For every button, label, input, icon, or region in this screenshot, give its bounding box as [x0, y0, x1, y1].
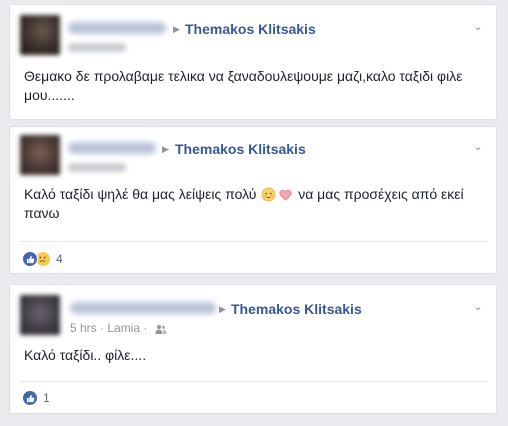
author-name-blurred[interactable]: [68, 142, 156, 154]
chevron-down-icon[interactable]: ⌄: [472, 141, 484, 153]
target-profile-link[interactable]: Themakos Klitsakis: [231, 301, 362, 317]
reaction-count: 4: [56, 252, 63, 266]
post-text-part-2: να μας προσέχεις από εκεί: [298, 186, 464, 202]
post-text-part-1: Καλό ταξίδι ψηλέ θα μας λείψεις πολύ: [24, 186, 257, 202]
like-icon: [22, 390, 38, 406]
reactions-summary[interactable]: 4: [22, 251, 63, 267]
avatar[interactable]: [20, 295, 60, 335]
heart-icon: [279, 189, 292, 201]
arrow-right-icon: ▶: [173, 24, 180, 34]
author-name-blurred[interactable]: [68, 22, 166, 34]
reactions-summary[interactable]: 1: [22, 390, 50, 406]
arrow-right-icon: ▶: [219, 304, 226, 314]
like-icon: [22, 251, 38, 267]
post-card: ▶ Themakos Klitsakis ⌄ Θεμακο δε προλαβα…: [9, 4, 497, 120]
author-name-blurred[interactable]: [70, 302, 216, 314]
reaction-count: 1: [43, 391, 50, 405]
target-profile-link[interactable]: Themakos Klitsakis: [175, 141, 306, 157]
post-card: ▶ Themakos Klitsakis ⌄ Καλό ταξίδι ψηλέ …: [9, 126, 497, 274]
chevron-down-icon[interactable]: ⌄: [472, 301, 484, 313]
chevron-down-icon[interactable]: ⌄: [472, 21, 484, 33]
target-profile-link[interactable]: Themakos Klitsakis: [185, 21, 316, 37]
post-card: ▶ Themakos Klitsakis 5 hrs · Lamia · ⌄ Κ…: [9, 284, 497, 414]
avatar[interactable]: [20, 135, 60, 175]
friends-icon: [155, 322, 167, 334]
arrow-right-icon: ▶: [162, 144, 169, 154]
divider: [20, 381, 488, 382]
blush-emoji-icon: [261, 187, 276, 202]
timestamp[interactable]: 5 hrs · Lamia ·: [70, 321, 147, 335]
divider: [20, 241, 488, 242]
avatar[interactable]: [20, 15, 60, 55]
post-text-part-3: πανω: [24, 205, 60, 221]
post-text: Καλό ταξίδι ψηλέ θα μας λείψεις πολύ να …: [24, 185, 492, 223]
timestamp-blurred: [68, 163, 126, 172]
timestamp-blurred: [68, 43, 126, 52]
post-text: Θεμακο δε προλαβαμε τελικα να ξαναδουλεψ…: [24, 68, 463, 103]
post-text: Καλό ταξίδι.. φίλε....: [24, 347, 147, 363]
